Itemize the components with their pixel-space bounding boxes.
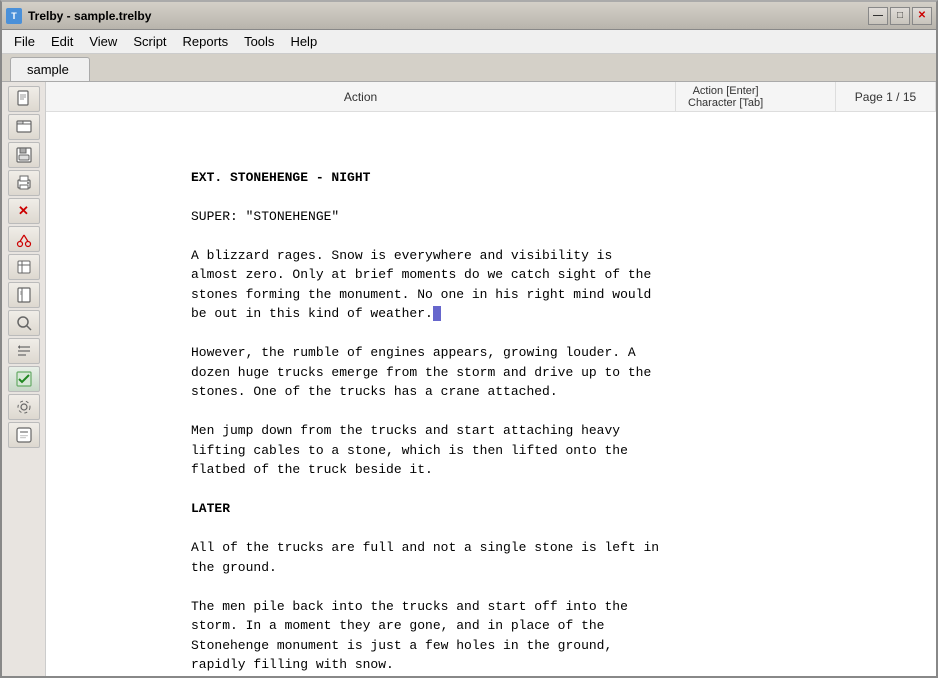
app-icon: T xyxy=(6,8,22,24)
scene-heading-later: LATER xyxy=(191,501,230,516)
list-button[interactable] xyxy=(8,338,40,364)
menu-reports[interactable]: Reports xyxy=(175,32,237,51)
new-doc-button[interactable] xyxy=(8,86,40,112)
menu-help[interactable]: Help xyxy=(282,32,325,51)
super-line: SUPER: "STONEHENGE" xyxy=(191,209,339,224)
close-button[interactable]: ✕ xyxy=(912,7,932,25)
action-para-2: However, the rumble of engines appears, … xyxy=(191,345,651,399)
minimize-button[interactable]: — xyxy=(868,7,888,25)
action-para-4: All of the trucks are full and not a sin… xyxy=(191,540,659,575)
left-toolbar: ✕ xyxy=(2,82,46,676)
scene-heading-1: EXT. STONEHENGE - NIGHT xyxy=(191,170,370,185)
action-para-5: The men pile back into the trucks and st… xyxy=(191,599,628,673)
book-button[interactable] xyxy=(8,282,40,308)
search-button[interactable] xyxy=(8,310,40,336)
action-para-3: Men jump down from the trucks and start … xyxy=(191,423,628,477)
menu-bar: File Edit View Script Reports Tools Help xyxy=(2,30,936,54)
menu-view[interactable]: View xyxy=(81,32,125,51)
page-info: Page 1 / 15 xyxy=(836,82,936,111)
settings-button[interactable] xyxy=(8,394,40,420)
info-bar: Action Action [Enter] Character [Tab] Pa… xyxy=(46,82,936,112)
tab-bar: sample xyxy=(2,54,936,82)
action-label: Action xyxy=(46,82,676,111)
nav-button[interactable] xyxy=(8,254,40,280)
menu-script[interactable]: Script xyxy=(125,32,174,51)
title-bar: T Trelby - sample.trelby — □ ✕ xyxy=(2,2,936,30)
open-doc-button[interactable] xyxy=(8,114,40,140)
print-button[interactable] xyxy=(8,170,40,196)
action-details: Action [Enter] Character [Tab] xyxy=(676,82,836,111)
action-para-1: A blizzard rages. Snow is everywhere and… xyxy=(191,248,651,322)
maximize-button[interactable]: □ xyxy=(890,7,910,25)
script-page: EXT. STONEHENGE - NIGHT SUPER: "STONEHEN… xyxy=(171,128,811,676)
scissors-button[interactable] xyxy=(8,226,40,252)
content-area: ✕ xyxy=(2,82,936,676)
info-button[interactable] xyxy=(8,422,40,448)
checklist-button[interactable] xyxy=(8,366,40,392)
tab-sample[interactable]: sample xyxy=(10,57,90,81)
menu-edit[interactable]: Edit xyxy=(43,32,81,51)
menu-tools[interactable]: Tools xyxy=(236,32,282,51)
delete-button[interactable]: ✕ xyxy=(8,198,40,224)
menu-file[interactable]: File xyxy=(6,32,43,51)
script-container[interactable]: EXT. STONEHENGE - NIGHT SUPER: "STONEHEN… xyxy=(46,112,936,676)
main-content: Action Action [Enter] Character [Tab] Pa… xyxy=(46,82,936,676)
main-window: T Trelby - sample.trelby — □ ✕ File Edit… xyxy=(0,0,938,678)
save-doc-button[interactable] xyxy=(8,142,40,168)
window-title: Trelby - sample.trelby xyxy=(28,9,868,23)
window-controls: — □ ✕ xyxy=(868,7,932,25)
script-body[interactable]: EXT. STONEHENGE - NIGHT SUPER: "STONEHEN… xyxy=(191,148,791,676)
